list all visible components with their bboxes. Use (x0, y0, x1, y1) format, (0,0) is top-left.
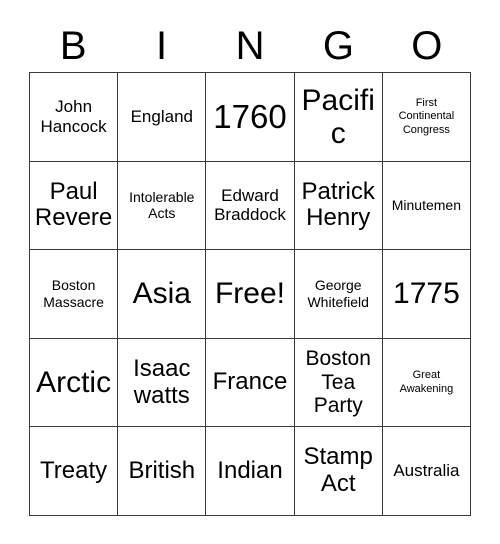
bingo-cell-o4[interactable]: Great Awakening (382, 338, 471, 428)
bingo-cell-label: Intolerable Acts (129, 188, 195, 222)
bingo-cell-label: France (212, 368, 288, 396)
bingo-cell-i1[interactable]: England (118, 73, 207, 162)
bingo-cell-label: Minutemen (391, 197, 462, 214)
bingo-cell-n5[interactable]: Indian (206, 427, 295, 516)
bingo-cell-label: Boston Tea Party (305, 347, 371, 418)
bingo-cell-free-space[interactable]: Free! (206, 250, 295, 339)
bingo-cell-label: John Hancock (40, 97, 107, 136)
bingo-cell-label: 1760 (213, 97, 287, 135)
bingo-grid: John Hancock England 1760 Pacific First … (29, 72, 471, 516)
bingo-cell-label: 1775 (393, 277, 460, 311)
bingo-cell-i3[interactable]: Asia (118, 250, 207, 339)
bingo-cell-label: Indian (217, 456, 283, 484)
bingo-cell-label: Stamp Act (303, 443, 373, 498)
bingo-cell-b1[interactable]: John Hancock (30, 73, 119, 162)
bingo-cell-label: Great Awakening (399, 369, 454, 395)
bingo-cell-b3[interactable]: Boston Massacre (30, 250, 119, 339)
bingo-cell-i5[interactable]: British (118, 427, 207, 516)
bingo-cell-label: Treaty (40, 456, 108, 484)
bingo-cell-label: Pacific (301, 83, 375, 150)
bingo-card: B I N G O John Hancock England 1760 Paci… (0, 0, 500, 544)
bingo-cell-o1[interactable]: First Continental Congress (382, 73, 471, 162)
bingo-cell-g5[interactable]: Stamp Act (294, 427, 383, 516)
bingo-cell-b2[interactable]: Paul Revere (30, 161, 119, 251)
bingo-cell-b4[interactable]: Arctic (30, 338, 119, 428)
bingo-cell-label: First Continental Congress (398, 96, 455, 136)
bingo-cell-g1[interactable]: Pacific (294, 73, 383, 162)
bingo-header-letter-g: G (322, 24, 354, 68)
bingo-cell-label: British (128, 456, 196, 484)
bingo-cell-label: Boston Massacre (43, 277, 104, 310)
bingo-cell-o2[interactable]: Minutemen (382, 161, 471, 251)
bingo-cell-g2[interactable]: Patrick Henry (294, 161, 383, 251)
bingo-cell-b5[interactable]: Treaty (30, 427, 119, 516)
bingo-cell-i2[interactable]: Intolerable Acts (118, 161, 207, 251)
bingo-cell-label: Isaac watts (133, 354, 191, 409)
bingo-cell-n2[interactable]: Edward Braddock (206, 161, 295, 251)
bingo-cell-label: Paul Revere (34, 177, 113, 232)
bingo-cell-label: Asia (132, 277, 191, 311)
bingo-cell-label: Arctic (36, 366, 112, 400)
bingo-cell-o3[interactable]: 1775 (382, 250, 471, 339)
bingo-free-space-label: Free! (214, 277, 285, 311)
bingo-header-letter-o: O (411, 24, 443, 68)
bingo-cell-o5[interactable]: Australia (382, 427, 471, 516)
bingo-cell-label: England (130, 107, 193, 127)
bingo-header-letter-b: B (59, 24, 87, 68)
bingo-header-letter-n: N (235, 24, 265, 68)
bingo-cell-i4[interactable]: Isaac watts (118, 338, 207, 428)
bingo-cell-n1[interactable]: 1760 (206, 73, 295, 162)
bingo-cell-label: Edward Braddock (214, 185, 286, 225)
bingo-cell-g4[interactable]: Boston Tea Party (294, 338, 383, 428)
bingo-cell-label: Australia (393, 461, 460, 481)
bingo-cell-label: Patrick Henry (301, 177, 375, 232)
bingo-header-letter-i: I (156, 24, 168, 68)
bingo-cell-g3[interactable]: George Whitefield (294, 250, 383, 339)
bingo-header-row: B I N G O (29, 20, 471, 72)
bingo-cell-n4[interactable]: France (206, 338, 295, 428)
bingo-cell-label: George Whitefield (307, 277, 369, 310)
